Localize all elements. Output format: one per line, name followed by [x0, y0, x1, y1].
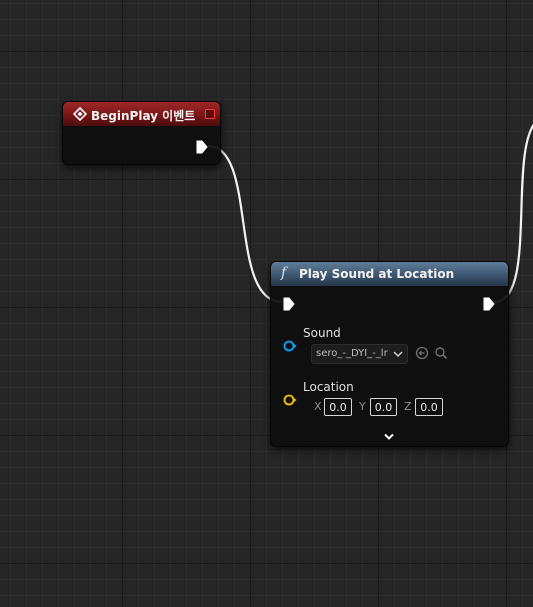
play-sound-node-title: Play Sound at Location [299, 267, 455, 281]
chevron-down-icon [393, 351, 403, 358]
exec-output-pin[interactable] [483, 297, 495, 311]
location-vector-pin[interactable] [283, 393, 297, 407]
location-y-field[interactable]: 0.0 [370, 398, 397, 416]
chevron-down-icon[interactable] [383, 432, 395, 442]
y-axis-label: Y [359, 400, 366, 413]
z-axis-label: Z [404, 400, 412, 413]
exec-input-pin[interactable] [283, 297, 295, 311]
beginplay-node-header[interactable]: BeginPlay 이벤트 [63, 102, 220, 126]
exec-output-pin[interactable] [196, 140, 208, 154]
location-pin-label: Location [303, 380, 354, 394]
play-sound-node-header[interactable]: f Play Sound at Location [271, 262, 508, 286]
location-x-field[interactable]: 0.0 [324, 398, 352, 416]
function-f-icon: f [281, 265, 287, 281]
search-icon[interactable] [434, 346, 448, 360]
beginplay-node-title: BeginPlay 이벤트 [91, 109, 196, 123]
x-axis-label: X [314, 400, 322, 413]
sound-object-pin[interactable] [283, 339, 297, 353]
location-z-field[interactable]: 0.0 [415, 398, 443, 416]
beginplay-event-node[interactable]: BeginPlay 이벤트 [62, 101, 221, 165]
delegate-output-pin[interactable] [205, 109, 215, 119]
arrow-left-circle-icon[interactable] [415, 346, 429, 360]
sound-asset-value: sero_-_DYI_-_lr [316, 348, 388, 359]
sound-asset-dropdown[interactable]: sero_-_DYI_-_lr [311, 344, 408, 364]
event-diamond-icon [73, 107, 87, 121]
sound-pin-label: Sound [303, 326, 341, 340]
play-sound-at-location-node[interactable]: f Play Sound at Location Sound sero_-_DY… [270, 261, 509, 447]
